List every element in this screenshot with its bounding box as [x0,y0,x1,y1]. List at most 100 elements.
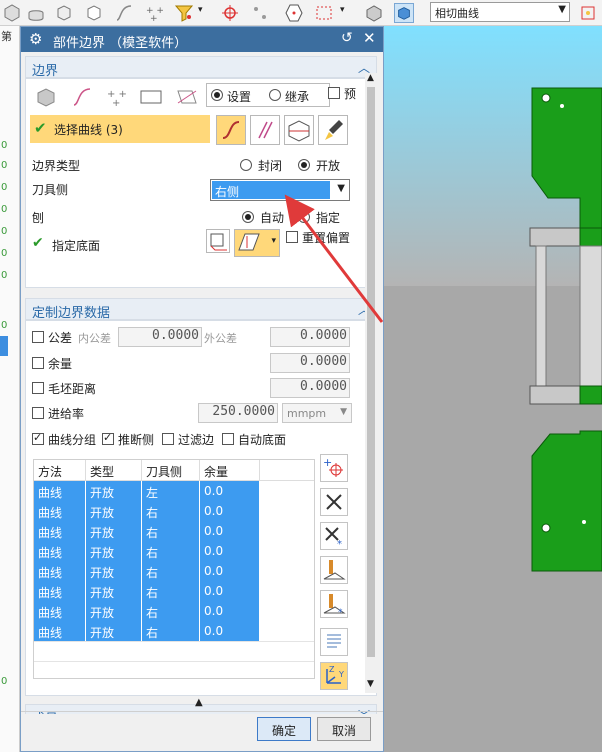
svg-text:Y: Y [338,670,344,679]
specify-radio[interactable] [298,211,310,223]
svg-text:+: + [323,456,332,469]
ok-button[interactable]: 确定 [257,717,311,741]
tool-position-all-button[interactable]: * [320,590,348,618]
curve-select-button[interactable] [216,115,246,145]
inherit-radio[interactable] [269,89,281,101]
reset-offset-checkbox[interactable] [286,231,298,243]
edge-select-icon[interactable] [174,85,200,109]
reset-icon[interactable]: ↺ [341,30,353,46]
feed-rate-checkbox[interactable] [32,407,44,419]
filter-edge-checkbox[interactable] [162,433,174,445]
blank-distance-field[interactable]: 0.0000 [270,378,350,398]
boundary-section-header[interactable]: 边界 ︿ [25,56,377,79]
settings-radio[interactable] [211,89,223,101]
scrollbar-thumb[interactable] [367,87,375,657]
chevron-down-icon[interactable]: ▾ [198,5,203,15]
dialog-scrollbar[interactable]: ▲ ▼ [365,73,377,693]
brush-button[interactable] [318,115,348,145]
curve-group-label: 曲线分组 [48,433,97,447]
outer-tolerance-field[interactable]: 0.0000 [270,327,350,347]
pattern-icon[interactable] [250,3,270,23]
table-row[interactable]: 曲线 开放右 0.0 [34,501,260,521]
stock-checkbox[interactable] [32,357,44,369]
select-curve-row[interactable]: ✔ 选择曲线 (3) [30,115,210,143]
rectangle-icon[interactable] [138,85,164,109]
cell-type: 开放 [86,561,142,581]
csys-button[interactable]: ZY [320,662,348,690]
floor-select-button[interactable] [206,229,230,253]
feed-rate-field[interactable]: 250.0000 [198,403,278,423]
table-row[interactable]: 曲线 开放右 0.0 [34,561,260,581]
floor-plane-button[interactable]: ▾ [234,229,280,257]
cell-stock: 0.0 [200,601,260,621]
table-row[interactable]: 曲线 开放右 0.0 [34,581,260,601]
auto-floor-checkbox[interactable] [222,433,234,445]
table-row[interactable]: 曲线 开放右 0.0 [34,521,260,541]
inner-tolerance-label: 内公差 [78,332,111,345]
column-header-tool-side[interactable]: 刀具侧 [142,460,200,480]
table-row[interactable]: 曲线 开放右 0.0 [34,621,260,641]
tool-side-value: 右侧 [212,181,330,199]
closed-radio[interactable] [240,159,252,171]
boundary-type-label: 边界类型 [32,159,81,173]
close-icon[interactable]: ✕ [363,29,376,47]
tool-side-select[interactable]: 右侧 ▼ [210,179,350,201]
box-outline-icon[interactable] [84,3,104,23]
axis-icon: ZY [326,665,344,684]
table-row[interactable]: 曲线 开放左 0.0 [34,481,260,501]
scroll-down-icon[interactable]: ▼ [367,679,374,689]
section-title: 定制边界数据 [32,306,111,321]
navigator-number: 0 [1,182,8,193]
rect-select-icon[interactable] [314,3,334,23]
table-row[interactable]: 曲线 开放右 0.0 [34,601,260,621]
navigator-number: 0 [1,270,8,281]
cube-icon[interactable] [2,3,22,23]
scroll-up-icon[interactable]: ▲ [367,73,374,83]
graphics-viewport[interactable] [384,26,602,752]
snap-settings-icon[interactable] [578,3,598,23]
remove-all-button[interactable]: * [320,522,348,550]
box-icon[interactable] [54,3,74,23]
inner-tolerance-field[interactable]: 0.0000 [118,327,202,347]
column-header-method[interactable]: 方法 [34,460,86,480]
infer-side-checkbox[interactable] [102,431,114,445]
filter-icon[interactable] [174,3,194,23]
plane-select-button[interactable] [284,115,314,145]
curve-rule-select[interactable]: 相切曲线 ▼ [430,2,570,22]
curve-group-checkbox[interactable] [32,431,44,445]
auto-radio[interactable] [242,211,254,223]
curve-icon[interactable] [70,85,94,109]
parallel-curve-button[interactable] [250,115,280,145]
cylinder-icon[interactable] [26,3,46,23]
stock-field[interactable]: 0.0000 [270,353,350,373]
collapse-triangle-icon[interactable]: ▲ [195,697,203,708]
add-member-button[interactable]: + [320,454,348,482]
table-row[interactable]: 曲线 开放右 0.0 [34,541,260,561]
open-radio[interactable] [298,159,310,171]
points-icon[interactable]: + ++ [144,3,164,23]
cutting-layers-button[interactable] [320,628,348,656]
face-icon[interactable] [34,85,58,109]
gear-icon[interactable]: ⚙ [29,30,42,48]
column-header-type[interactable]: 类型 [86,460,142,480]
tolerance-checkbox[interactable] [32,331,44,343]
column-header-stock[interactable]: 余量 [200,460,260,480]
navigator-number: 0 [1,248,8,259]
feed-unit-select[interactable]: mmpm ▼ [282,403,352,423]
reset-offset-label: 重置偏置 [302,231,351,245]
custom-data-section-header[interactable]: 定制边界数据 ︿ [25,298,377,321]
view-cube-icon[interactable] [394,3,414,23]
hex-icon[interactable] [284,3,304,23]
blank-distance-checkbox[interactable] [32,382,44,394]
snap-icon[interactable] [220,3,240,23]
remove-member-button[interactable] [320,488,348,516]
add-point-icon: + [323,456,343,477]
chevron-down-icon[interactable]: ▾ [340,5,345,15]
edit-tool-side-button[interactable] [320,556,348,584]
points-icon[interactable]: + ++ [104,85,128,109]
filter-edge-label: 过滤边 [178,433,215,447]
spline-icon[interactable] [114,3,134,23]
cancel-button[interactable]: 取消 [317,717,371,741]
solid-icon[interactable] [364,3,384,23]
preview-checkbox[interactable] [328,87,340,99]
